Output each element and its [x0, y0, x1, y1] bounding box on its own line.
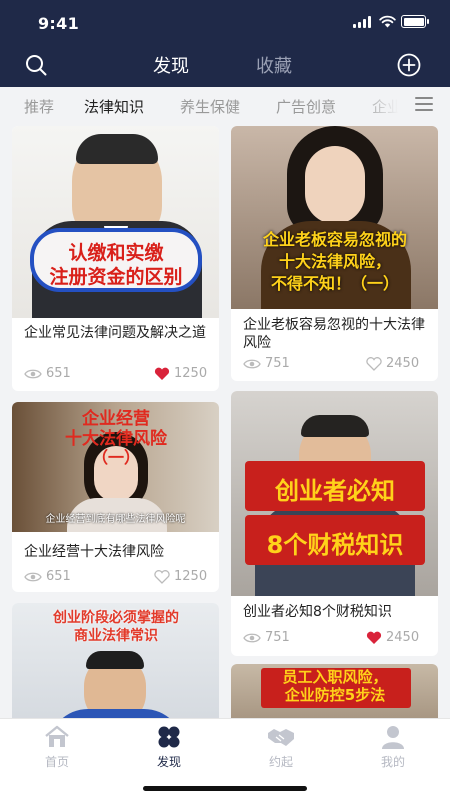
status-time: 9:41: [38, 14, 79, 33]
profile-icon: [382, 726, 404, 749]
video-card[interactable]: 认缴和实缴 注册资金的区别 企业常见法律问题及解决之道 651 1250: [12, 126, 219, 391]
nav-discover[interactable]: 发现: [134, 725, 204, 770]
battery-icon: [401, 15, 429, 28]
app-header: 9:41 发现 收藏: [0, 0, 450, 87]
video-card[interactable]: 创业阶段必须掌握的 商业法律常识: [12, 603, 219, 733]
home-indicator: [143, 786, 307, 791]
video-card[interactable]: 企业老板容易忽视的 十大法律风险， 不得不知！（一） 企业老板容易忽视的十大法律…: [231, 126, 438, 381]
thumbnail-headline: （一）: [91, 448, 140, 467]
video-caption: 企业经营到底有哪些法律风险呢: [45, 514, 186, 525]
thumbnail-headline: 认缴和实缴: [68, 242, 164, 264]
heart-filled-icon: [366, 631, 382, 644]
thumbnail-headline: 企业老板容易忽视的: [262, 230, 407, 249]
menu-icon[interactable]: [415, 97, 433, 113]
like-count[interactable]: 2450: [366, 630, 419, 645]
handshake-icon: [268, 729, 294, 746]
nav-profile[interactable]: 我的: [358, 725, 428, 770]
video-card[interactable]: 创业者必知 8个财税知识 创业者必知8个财税知识 751 2450: [231, 391, 438, 656]
video-title: 企业常见法律问题及解决之道: [24, 325, 206, 341]
category-legal-knowledge[interactable]: 法律知识: [84, 96, 144, 117]
nav-meetup[interactable]: 约起: [246, 725, 316, 770]
like-count[interactable]: 2450: [366, 356, 419, 371]
category-health[interactable]: 养生保健: [180, 96, 240, 117]
video-card[interactable]: 企业经营 十大法律风险 （一） 企业经营到底有哪些法律风险呢 企业经营十大法律风…: [12, 402, 219, 592]
video-thumbnail: 企业经营 十大法律风险 （一） 企业经营到底有哪些法律风险呢: [12, 402, 219, 532]
wifi-icon: [379, 15, 396, 28]
heart-outline-icon: [366, 356, 382, 371]
nav-home[interactable]: 首页: [22, 725, 92, 770]
category-recommend[interactable]: 推荐: [24, 96, 54, 117]
add-icon[interactable]: [397, 53, 421, 77]
tab-favorites[interactable]: 收藏: [256, 52, 292, 78]
video-thumbnail: 企业老板容易忽视的 十大法律风险， 不得不知！（一）: [231, 126, 438, 309]
thumbnail-headline: 8个财税知识: [266, 531, 404, 559]
home-icon: [45, 725, 69, 747]
search-icon[interactable]: [24, 53, 48, 77]
video-title: 企业老板容易忽视的十大法律风险: [243, 317, 425, 351]
video-thumbnail: 创业阶段必须掌握的 商业法律常识: [12, 603, 219, 733]
video-thumbnail: 创业者必知 8个财税知识: [231, 391, 438, 596]
eye-icon: [243, 359, 261, 368]
thumbnail-headline: 创业阶段必须掌握的: [53, 610, 179, 626]
category-tabs: 推荐 法律知识 养生保健 广告创意 企业: [0, 87, 450, 124]
thumbnail-headline: 创业者必知: [275, 477, 395, 505]
tab-discover[interactable]: 发现: [153, 52, 189, 78]
view-count: 751: [243, 356, 290, 371]
category-ad-creative[interactable]: 广告创意: [276, 96, 336, 117]
eye-icon: [24, 369, 42, 378]
like-count[interactable]: 1250: [154, 569, 207, 584]
view-count: 651: [24, 366, 71, 381]
status-bar: 9:41: [0, 0, 450, 44]
heart-outline-icon: [154, 569, 170, 584]
discover-icon: [158, 726, 180, 748]
heart-filled-icon: [154, 367, 170, 380]
eye-icon: [24, 572, 42, 581]
video-thumbnail: 认缴和实缴 注册资金的区别: [12, 126, 219, 318]
view-count: 751: [243, 630, 290, 645]
thumbnail-headline: 企业防控5步法: [284, 686, 386, 704]
thumbnail-headline: 不得不知！（一）: [270, 274, 399, 293]
cellular-signal-icon: [353, 16, 373, 28]
thumbnail-headline: 十大法律风险，: [278, 252, 391, 271]
view-count: 651: [24, 569, 71, 584]
video-title: 创业者必知8个财税知识: [243, 604, 392, 620]
video-title: 企业经营十大法律风险: [24, 544, 164, 560]
like-count[interactable]: 1250: [154, 366, 207, 381]
thumbnail-headline: 注册资金的区别: [49, 266, 183, 288]
eye-icon: [243, 633, 261, 642]
thumbnail-headline: 商业法律常识: [74, 628, 158, 644]
